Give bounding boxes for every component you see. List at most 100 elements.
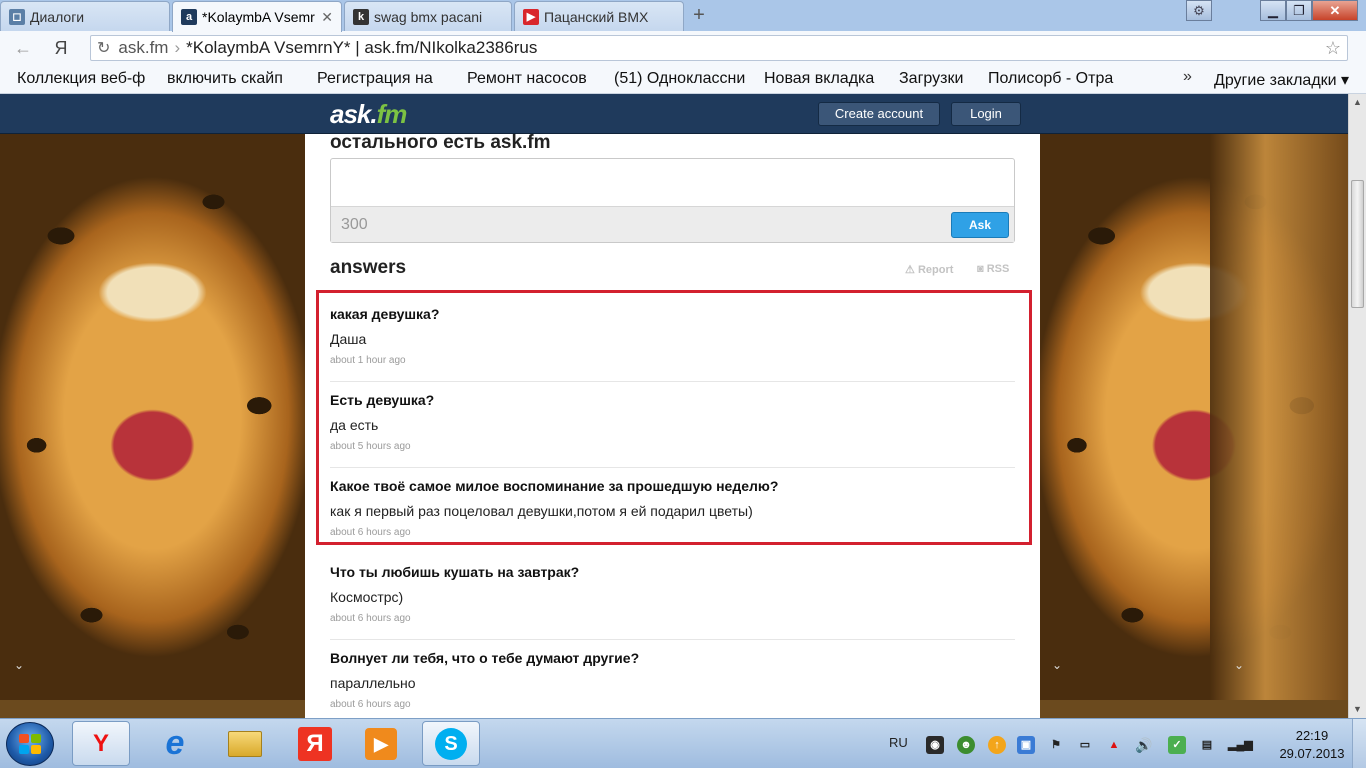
skype-taskbar-icon[interactable]: S	[422, 721, 480, 766]
tab-askfm[interactable]: a *KolaymbA Vsemr ✕	[172, 1, 342, 32]
rss-label: RSS	[986, 263, 1010, 275]
display-icon[interactable]: ▭	[1076, 736, 1094, 754]
chevron-down-icon: ⌄	[14, 658, 25, 672]
start-button[interactable]	[6, 722, 54, 766]
checkmark-icon[interactable]: ✓	[1168, 736, 1186, 754]
bookmark-item[interactable]: (51) Одноклассни	[606, 70, 750, 88]
answer-text: параллельно	[330, 675, 416, 691]
bookmark-item[interactable]: Ремонт насосов	[459, 70, 605, 88]
ask-question-form: 300 Ask	[330, 158, 1015, 243]
bookmark-item[interactable]: Полисорб - Отра	[980, 70, 1120, 88]
scrollbar-thumb[interactable]	[1351, 180, 1364, 308]
chevron-down-icon: ⌄	[1234, 658, 1245, 672]
vk-icon: ◻	[9, 8, 25, 25]
antivirus-icon[interactable]: ☻	[957, 736, 975, 754]
internet-explorer-taskbar-icon[interactable]: e	[146, 721, 204, 766]
action-center-flag-icon[interactable]: ⚑	[1047, 736, 1065, 754]
url-host: ask.fm	[118, 38, 169, 57]
network-tool-icon[interactable]: ▣	[1017, 736, 1035, 754]
close-tab-icon[interactable]: ✕	[315, 9, 333, 26]
clock-date: 29.07.2013	[1279, 746, 1345, 761]
bookmark-item[interactable]: Коллекция веб-ф	[9, 70, 157, 88]
tab-dialogs[interactable]: ◻ Диалоги	[0, 1, 170, 31]
rss-icon: ◙	[977, 263, 984, 275]
file-explorer-taskbar-icon[interactable]	[216, 721, 274, 766]
character-counter: 300	[341, 216, 368, 233]
answers-heading: answers	[330, 257, 407, 278]
askfm-icon: a	[181, 9, 197, 25]
answer-item: Волнует ли тебя, что о тебе думают други…	[330, 640, 1015, 718]
windows-taskbar: Y e Я ▶ S RU ◉ ☻ ↑ ▣ ⚑ ▭ ▲ 🔊 ✓ ▤ ▂▄▆ 22:…	[0, 718, 1366, 768]
logo-main: ask.	[330, 99, 378, 129]
browser-tab-strip: ◻ Диалоги a *KolaymbA Vsemr ✕ k swag bmx…	[0, 0, 1366, 32]
profile-content: остального есть ask.fm 300 Ask answers ⚠…	[305, 132, 1040, 718]
question-text[interactable]: Волнует ли тебя, что о тебе думают други…	[330, 650, 639, 666]
bookmark-item[interactable]: Загрузки	[891, 70, 977, 88]
yandex-browser-taskbar-icon[interactable]: Y	[72, 721, 130, 766]
settings-gear-icon[interactable]: ⚙	[1186, 0, 1212, 21]
youtube-icon: ▶	[523, 8, 539, 25]
clock-time: 22:19	[1295, 728, 1329, 743]
logo-fm: fm	[376, 99, 408, 129]
answer-item: Что ты любишь кушать на завтрак? Космост…	[330, 554, 1015, 640]
tab-label: Пацанский BMX	[544, 8, 649, 25]
steam-icon[interactable]: ◉	[926, 736, 944, 754]
vertical-scrollbar[interactable]: ▲ ▼	[1348, 94, 1366, 718]
answer-timestamp[interactable]: about 6 hours ago	[330, 699, 411, 710]
leopard-image	[0, 134, 305, 700]
address-bar[interactable]: ↻ ask.fm › *KolaymbA VsemrnY* | ask.fm/N…	[90, 35, 1348, 61]
browser-toolbar: ← Я ↻ ask.fm › *KolaymbA VsemrnY* | ask.…	[0, 31, 1366, 65]
close-window-button[interactable]: ✕	[1312, 0, 1358, 21]
bookmarks-overflow-button[interactable]: »	[1183, 68, 1192, 86]
question-textarea[interactable]	[331, 159, 1014, 206]
web-page: ask.fm Create account Login ⌄ ⌄ ⌄ осталь…	[0, 94, 1348, 718]
answer-timestamp[interactable]: about 6 hours ago	[330, 613, 411, 624]
chevron-down-icon: ⌄	[1052, 658, 1063, 672]
new-tab-button[interactable]: +	[688, 4, 710, 26]
signal-strength-icon[interactable]: ▂▄▆	[1228, 736, 1253, 754]
tab-bmx-video[interactable]: ▶ Пацанский BMX	[514, 1, 684, 31]
tab-label: Диалоги	[30, 8, 85, 25]
leopard-background-left	[0, 134, 305, 700]
background-strip	[1210, 134, 1348, 700]
volume-icon[interactable]: 🔊	[1135, 736, 1153, 754]
ask-button[interactable]: Ask	[951, 212, 1009, 238]
tab-swag-bmx[interactable]: k swag bmx pacani	[344, 1, 512, 31]
bookmark-item[interactable]: включить скайп	[159, 70, 301, 88]
answer-text: Космострс)	[330, 589, 404, 605]
reload-icon[interactable]: ↻	[97, 38, 110, 58]
device-icon[interactable]: ▤	[1198, 736, 1216, 754]
login-button[interactable]: Login	[951, 102, 1021, 126]
askfm-logo[interactable]: ask.fm	[330, 99, 408, 130]
bookmark-star-icon[interactable]: ☆	[1325, 38, 1341, 59]
yandex-taskbar-icon[interactable]: Я	[286, 721, 344, 766]
warning-icon: ⚠	[905, 264, 915, 276]
bookmark-item[interactable]: Регистрация на	[309, 70, 449, 88]
upload-arrow-icon[interactable]: ▲	[1105, 736, 1123, 754]
scroll-down-arrow-icon[interactable]: ▼	[1349, 701, 1366, 718]
rss-link[interactable]: ◙ RSS	[977, 263, 1009, 275]
report-label: Report	[917, 264, 954, 276]
askfm-header: ask.fm Create account Login	[0, 94, 1348, 134]
bmx-icon: k	[353, 8, 369, 25]
tab-label: *KolaymbA Vsemr	[202, 9, 315, 25]
window-controls: ▁ ❐ ✕	[1238, 0, 1358, 21]
show-desktop-button[interactable]	[1352, 719, 1366, 768]
question-text[interactable]: Что ты любишь кушать на завтрак?	[330, 564, 579, 580]
bookmark-item[interactable]: Новая вкладка	[756, 70, 888, 88]
create-account-button[interactable]: Create account	[818, 102, 940, 126]
language-indicator[interactable]: RU	[889, 735, 908, 750]
update-arrow-icon[interactable]: ↑	[988, 736, 1006, 754]
system-clock[interactable]: 22:19 29.07.2013	[1277, 727, 1347, 763]
report-link[interactable]: ⚠ Report	[905, 263, 953, 276]
highlight-box	[316, 290, 1032, 545]
other-bookmarks-button[interactable]: Другие закладки ▾	[1214, 70, 1349, 90]
minimize-button[interactable]: ▁	[1260, 0, 1286, 21]
windows-logo-icon	[19, 734, 43, 756]
back-arrow-icon[interactable]: ←	[10, 38, 36, 59]
scroll-up-arrow-icon[interactable]: ▲	[1349, 94, 1366, 111]
url-separator: ›	[174, 38, 181, 57]
yandex-button[interactable]: Я	[48, 38, 74, 59]
media-player-taskbar-icon[interactable]: ▶	[352, 721, 410, 766]
maximize-button[interactable]: ❐	[1286, 0, 1312, 21]
